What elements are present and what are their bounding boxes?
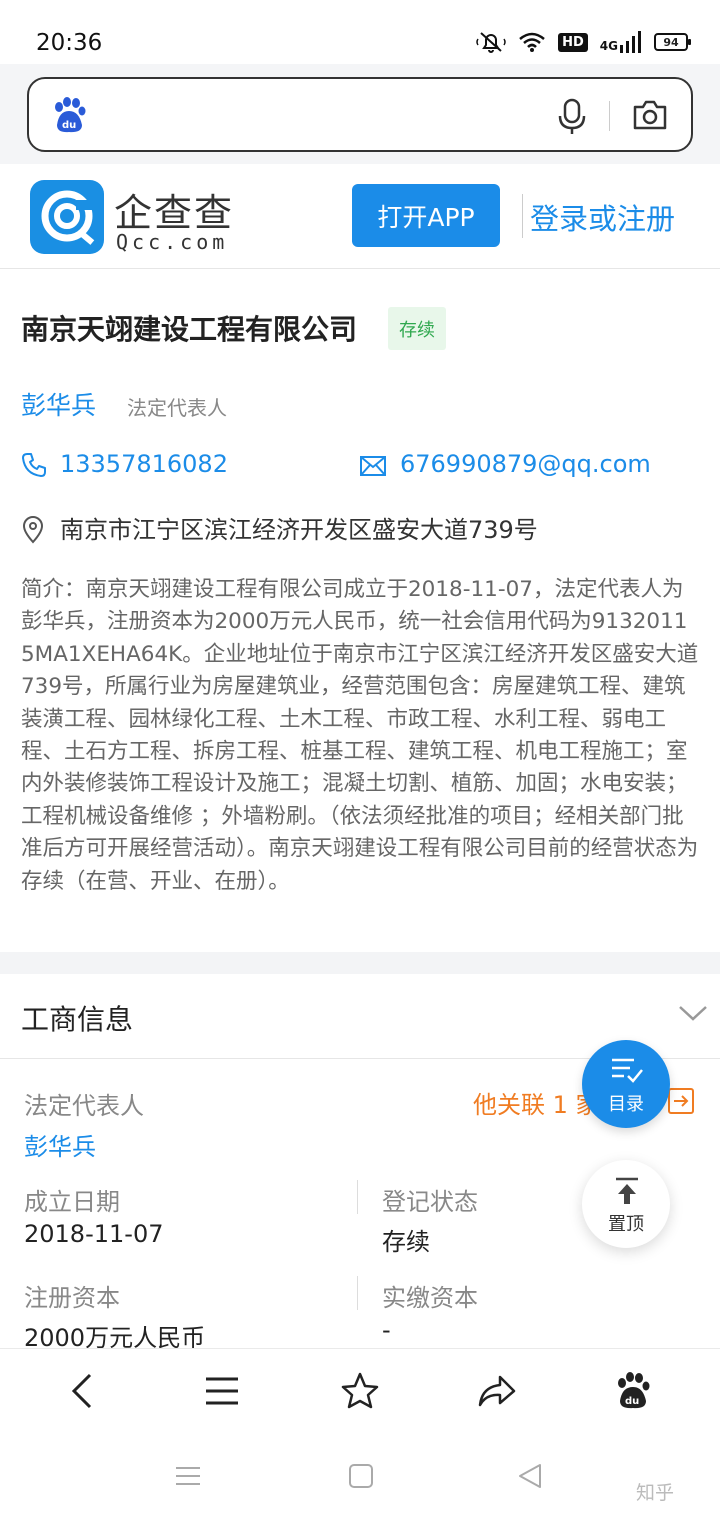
camera-icon[interactable] <box>632 99 668 135</box>
legal-rep-link[interactable]: 彭华兵 <box>21 386 96 422</box>
business-info-title[interactable]: 工商信息 <box>21 998 133 1038</box>
arrow-up-bar-icon <box>614 1176 640 1210</box>
back-to-top-button[interactable]: 置顶 <box>582 1160 670 1248</box>
header-divider <box>522 194 523 238</box>
status-time: 20:36 <box>36 30 103 56</box>
company-intro: 简介：南京天翊建设工程有限公司成立于2018-11-07，法定代表人为彭华兵，注… <box>21 577 699 894</box>
baidu-paw-icon[interactable]: du <box>51 97 87 139</box>
home-square-icon[interactable] <box>347 1462 375 1494</box>
hd-badge: HD <box>558 32 588 52</box>
founded-field-label: 成立日期 <box>24 1188 120 1216</box>
phone-icon[interactable] <box>21 452 47 482</box>
founded-field-value: 2018-11-07 <box>24 1220 164 1248</box>
browser-address-bar: du <box>0 64 720 164</box>
signal-icon: 4G <box>600 31 642 53</box>
back-arrow-icon[interactable] <box>68 1371 98 1415</box>
column-divider <box>357 1276 358 1310</box>
chevron-down-icon[interactable] <box>678 1004 708 1026</box>
mute-bell-icon <box>476 30 506 54</box>
company-address: 南京市江宁区滨江经济开发区盛安大道739号 <box>60 516 538 544</box>
legal-rep-field-label: 法定代表人 <box>24 1092 144 1120</box>
menu-icon[interactable] <box>204 1371 240 1415</box>
paid-capital-field-label: 实缴资本 <box>382 1284 478 1312</box>
paid-capital-field-value: - <box>382 1316 391 1344</box>
baidu-home-icon[interactable]: du <box>614 1371 652 1415</box>
toc-label: 目录 <box>608 1094 644 1115</box>
logo-text-cn[interactable]: 企查查 <box>114 182 234 237</box>
microphone-icon[interactable] <box>557 98 587 140</box>
related-companies-link[interactable]: 他关联 1 家 <box>473 1085 600 1120</box>
system-nav-bar <box>0 1432 720 1520</box>
top-label: 置顶 <box>608 1214 644 1235</box>
open-app-button[interactable]: 打开APP <box>352 184 500 247</box>
svg-text:du: du <box>625 1396 639 1407</box>
reg-capital-field-label: 注册资本 <box>24 1284 120 1312</box>
column-divider <box>357 1180 358 1214</box>
svg-text:du: du <box>62 120 76 131</box>
status-badge: 存续 <box>388 307 446 350</box>
legal-rep-label: 法定代表人 <box>127 396 227 420</box>
star-icon[interactable] <box>340 1371 380 1415</box>
phone-link[interactable]: 13357816082 <box>60 450 228 478</box>
zhihu-watermark: 知乎 <box>636 1482 675 1504</box>
qcc-logo-icon[interactable] <box>30 180 104 254</box>
browser-toolbar: du <box>0 1348 720 1432</box>
recent-apps-icon[interactable] <box>174 1462 202 1494</box>
search-divider <box>609 101 610 131</box>
table-of-contents-button[interactable]: 目录 <box>582 1040 670 1128</box>
wifi-icon <box>518 31 546 53</box>
login-register-link[interactable]: 登录或注册 <box>530 196 675 238</box>
location-pin-icon <box>22 516 44 548</box>
share-arrow-icon[interactable] <box>476 1371 518 1415</box>
mail-icon[interactable] <box>359 455 387 481</box>
reg-status-field-label: 登记状态 <box>382 1188 478 1216</box>
battery-icon: 94 <box>654 33 691 51</box>
company-name: 南京天翊建设工程有限公司 <box>21 313 358 346</box>
arrow-right-box-icon[interactable] <box>667 1087 695 1119</box>
section-divider <box>0 952 720 974</box>
back-triangle-icon[interactable] <box>516 1462 544 1494</box>
email-link[interactable]: 676990879@qq.com <box>400 450 651 478</box>
legal-rep-field-value[interactable]: 彭华兵 <box>24 1127 96 1162</box>
reg-status-field-value: 存续 <box>382 1228 430 1256</box>
site-header: 企查查 Qcc.com 打开APP 登录或注册 <box>0 164 720 269</box>
search-input[interactable]: du <box>27 77 693 152</box>
list-check-icon <box>610 1056 644 1090</box>
logo-text-en[interactable]: Qcc.com <box>116 230 228 254</box>
status-bar: 20:36 HD 4G 94 <box>0 0 720 64</box>
network-label: 4G <box>599 39 618 53</box>
status-icons: HD 4G 94 <box>476 30 691 54</box>
